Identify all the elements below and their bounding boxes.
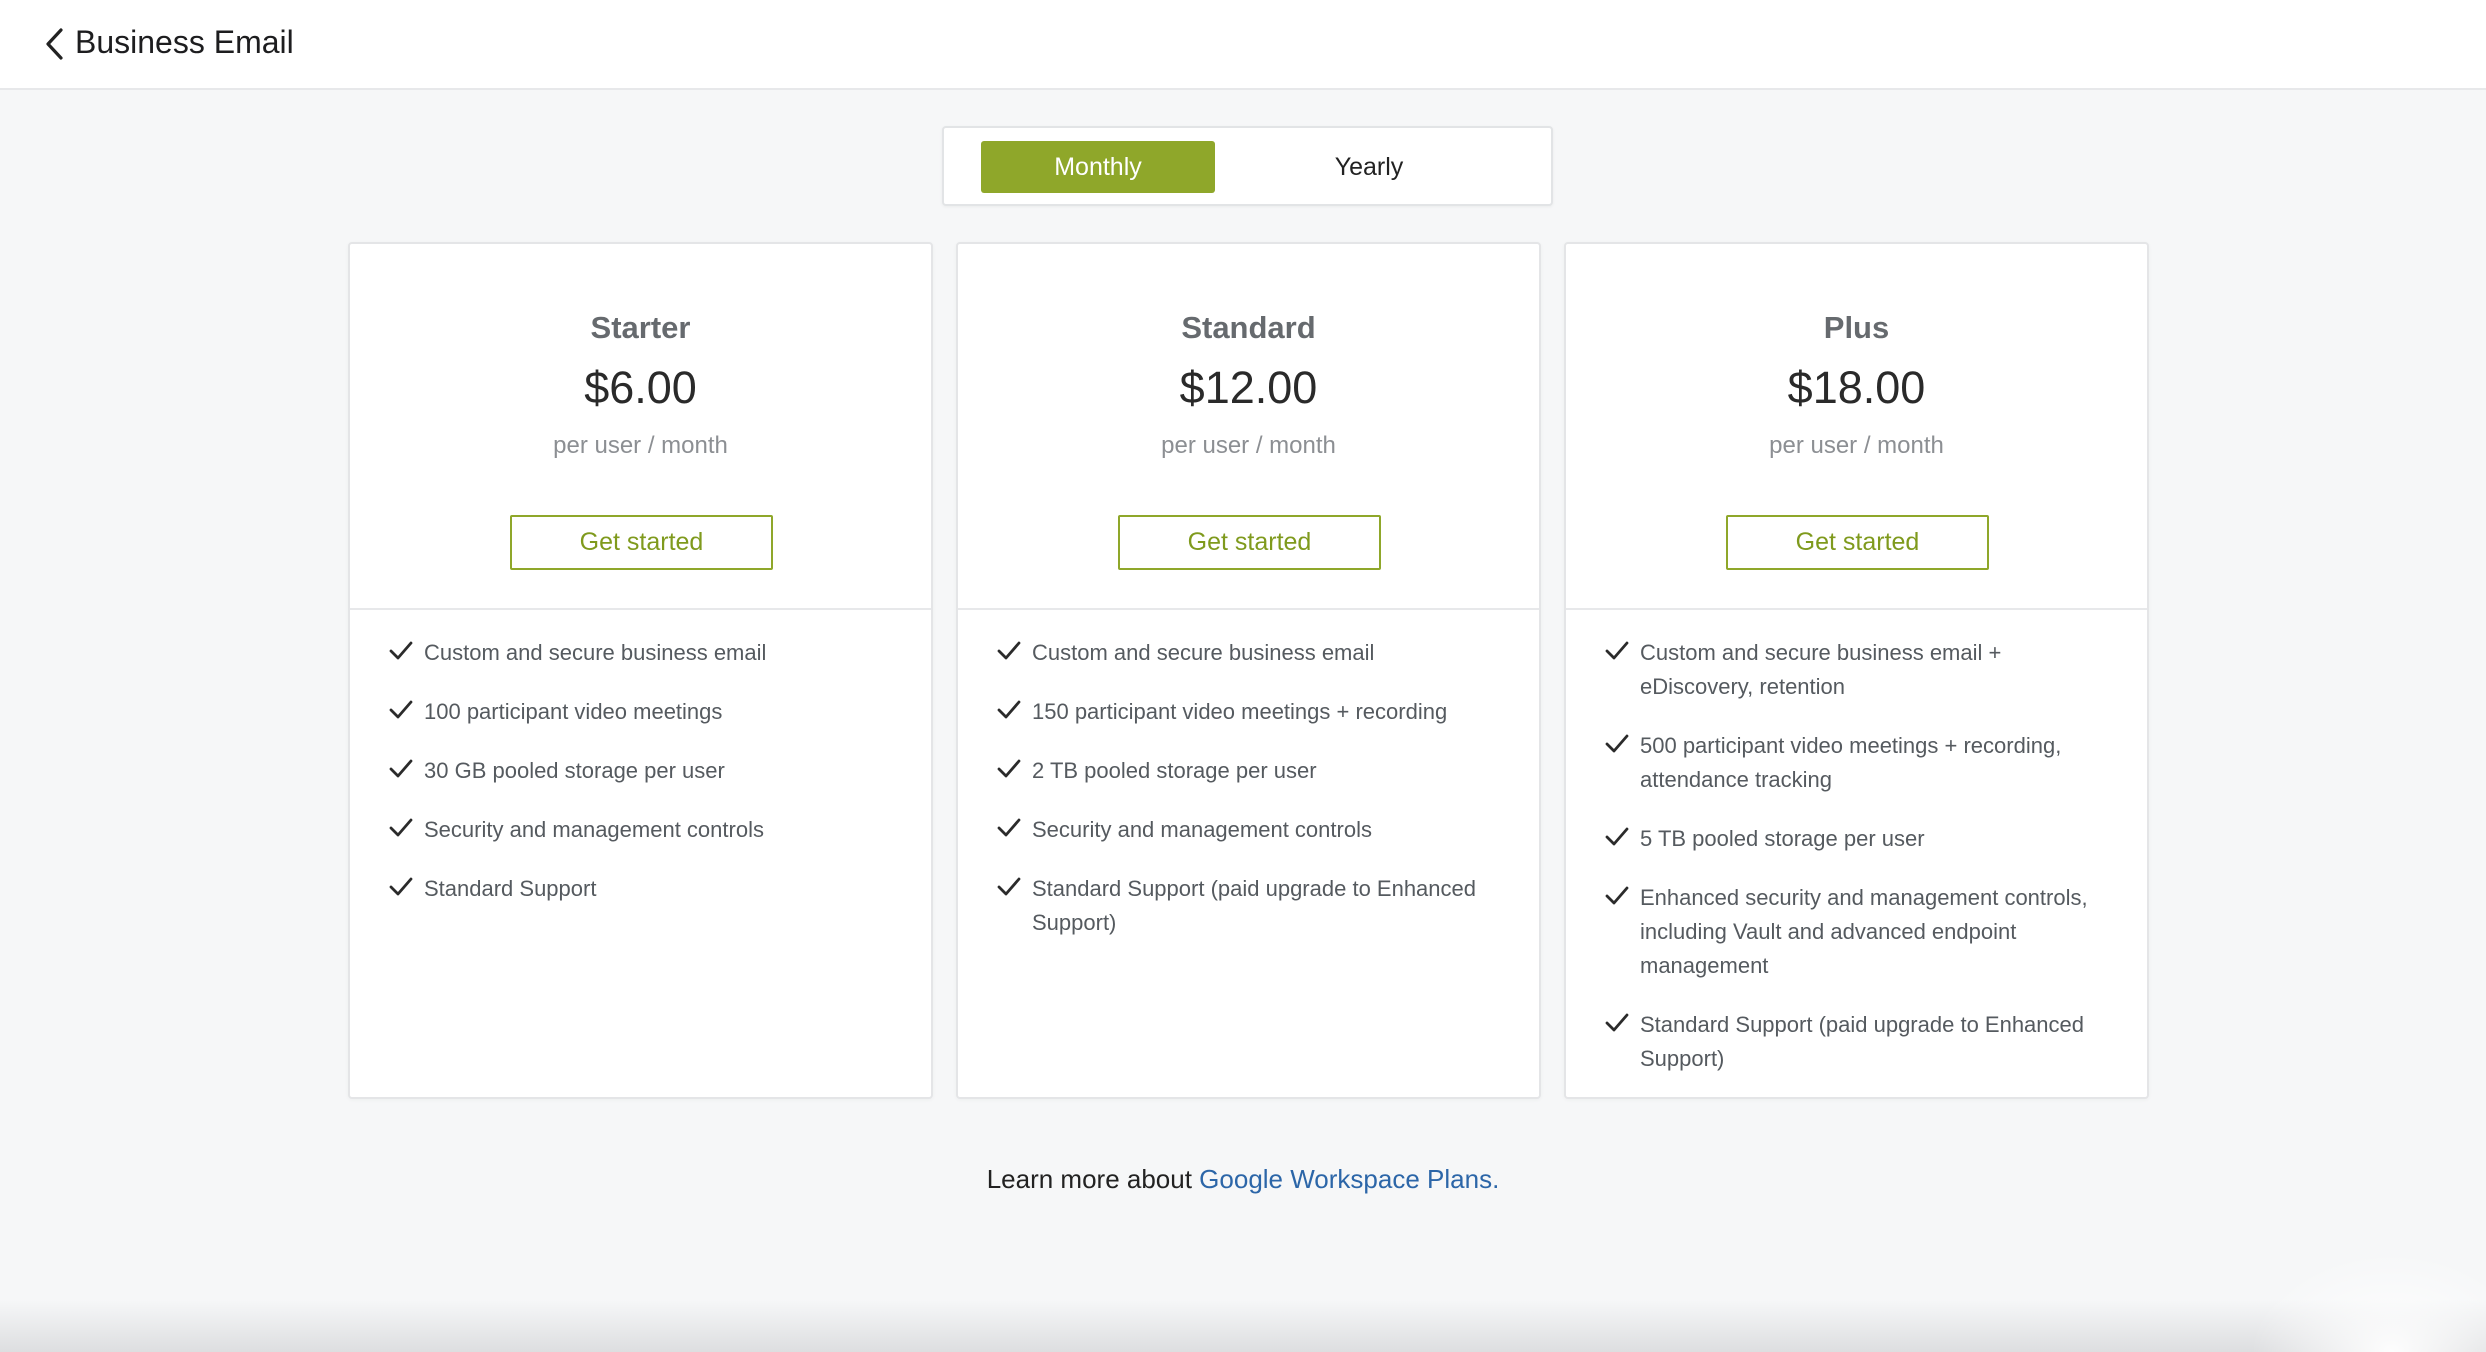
plan-card-header: Standard $12.00 per user / month Get starte… [958, 244, 1539, 609]
feature-text: Enhanced security and management control… [1640, 885, 2088, 978]
chevron-left-icon [46, 28, 63, 60]
plan-card-standard: Standard $12.00 per user / month Get starte… [956, 242, 1541, 1099]
workspace-plans-link[interactable]: Google Workspace Plans. [1199, 1164, 1499, 1194]
plan-card-starter: Starter $6.00 per user / month Get started C… [348, 242, 933, 1099]
feature-item: 2 TB pooled storage per user [996, 754, 1506, 788]
feature-item: Enhanced security and management control… [1604, 881, 2114, 983]
feature-item: 5 TB pooled storage per user [1604, 822, 2114, 856]
feature-text: Security and management controls [424, 817, 764, 842]
feature-text: 2 TB pooled storage per user [1032, 758, 1317, 783]
plan-card-header: Plus $18.00 per user / month Get started [1566, 244, 2147, 609]
checkmark-icon [389, 700, 413, 719]
toggle-yearly[interactable]: Yearly [1252, 141, 1486, 193]
feature-list: Custom and secure business email + eDisc… [1604, 636, 2114, 1101]
feature-item: 30 GB pooled storage per user [388, 754, 898, 788]
feature-item: Custom and secure business email [996, 636, 1506, 670]
checkmark-icon [389, 877, 413, 896]
checkmark-icon [389, 641, 413, 660]
feature-item: Custom and secure business email + eDisc… [1604, 636, 2114, 704]
learn-more-text: Learn more about Google Workspace Plans. [0, 1164, 2486, 1195]
feature-text: 150 participant video meetings + recordi… [1032, 699, 1448, 724]
plan-name: Standard [1181, 310, 1316, 345]
feature-text: 30 GB pooled storage per user [424, 758, 725, 783]
feature-text: 500 participant video meetings + recordi… [1640, 733, 2062, 792]
checkmark-icon [1605, 734, 1629, 753]
checkmark-icon [389, 759, 413, 778]
checkmark-icon [997, 818, 1021, 837]
plan-price: $6.00 [584, 362, 697, 413]
get-started-button[interactable]: Get started [1726, 515, 1989, 570]
feature-text: 5 TB pooled storage per user [1640, 826, 1925, 851]
feature-item: Custom and secure business email [388, 636, 898, 670]
plan-period: per user / month [553, 432, 728, 459]
feature-item: 150 participant video meetings + recordi… [996, 695, 1506, 729]
feature-text: Standard Support (paid upgrade to Enhanc… [1032, 876, 1476, 935]
feature-item: Standard Support [388, 872, 898, 906]
plan-card-plus: Plus $18.00 per user / month Get started Cus… [1564, 242, 2149, 1099]
plan-price: $12.00 [1179, 362, 1318, 413]
feature-item: Security and management controls [388, 813, 898, 847]
feature-text: Standard Support (paid upgrade to Enhanc… [1640, 1012, 2084, 1071]
feature-item: Security and management controls [996, 813, 1506, 847]
billing-period-toggle: Monthly Yearly [942, 126, 1553, 206]
feature-list: Custom and secure business email 150 part… [996, 636, 1506, 965]
plan-period: per user / month [1161, 432, 1336, 459]
checkmark-icon [997, 700, 1021, 719]
checkmark-icon [997, 759, 1021, 778]
checkmark-icon [997, 641, 1021, 660]
checkmark-icon [1605, 827, 1629, 846]
checkmark-icon [1605, 641, 1629, 660]
plan-period: per user / month [1769, 432, 1944, 459]
plan-card-header: Starter $6.00 per user / month Get started [350, 244, 931, 609]
top-bar: Business Email [0, 0, 2486, 90]
feature-text: 100 participant video meetings [424, 699, 723, 724]
feature-text: Custom and secure business email [1032, 640, 1375, 665]
plan-name: Plus [1823, 310, 1890, 345]
card-divider [1566, 608, 2147, 610]
checkmark-icon [1605, 1013, 1629, 1032]
feature-text: Security and management controls [1032, 817, 1372, 842]
feature-text: Custom and secure business email [424, 640, 767, 665]
checkmark-icon [997, 877, 1021, 896]
back-button[interactable] [34, 24, 74, 64]
feature-text: Standard Support [424, 876, 597, 901]
get-started-button[interactable]: Get started [510, 515, 773, 570]
card-divider [350, 608, 931, 610]
feature-list: Custom and secure business email 100 part… [388, 636, 898, 931]
bottom-shadow [0, 1300, 2486, 1352]
toggle-monthly[interactable]: Monthly [981, 141, 1215, 193]
feature-item: Standard Support (paid upgrade to Enhanc… [996, 872, 1506, 940]
page-title: Business Email [75, 24, 294, 60]
bottom-glow [2250, 1250, 2486, 1352]
card-divider [958, 608, 1539, 610]
feature-item: 100 participant video meetings [388, 695, 898, 729]
checkmark-icon [389, 818, 413, 837]
feature-item: 500 participant video meetings + recordi… [1604, 729, 2114, 797]
plan-name: Starter [590, 310, 691, 345]
checkmark-icon [1605, 886, 1629, 905]
plan-price: $18.00 [1787, 362, 1926, 413]
feature-item: Standard Support (paid upgrade to Enhanc… [1604, 1008, 2114, 1076]
feature-text: Custom and secure business email + eDisc… [1640, 640, 2002, 699]
get-started-button[interactable]: Get started [1118, 515, 1381, 570]
learn-more-prefix: Learn more about [986, 1164, 1200, 1194]
